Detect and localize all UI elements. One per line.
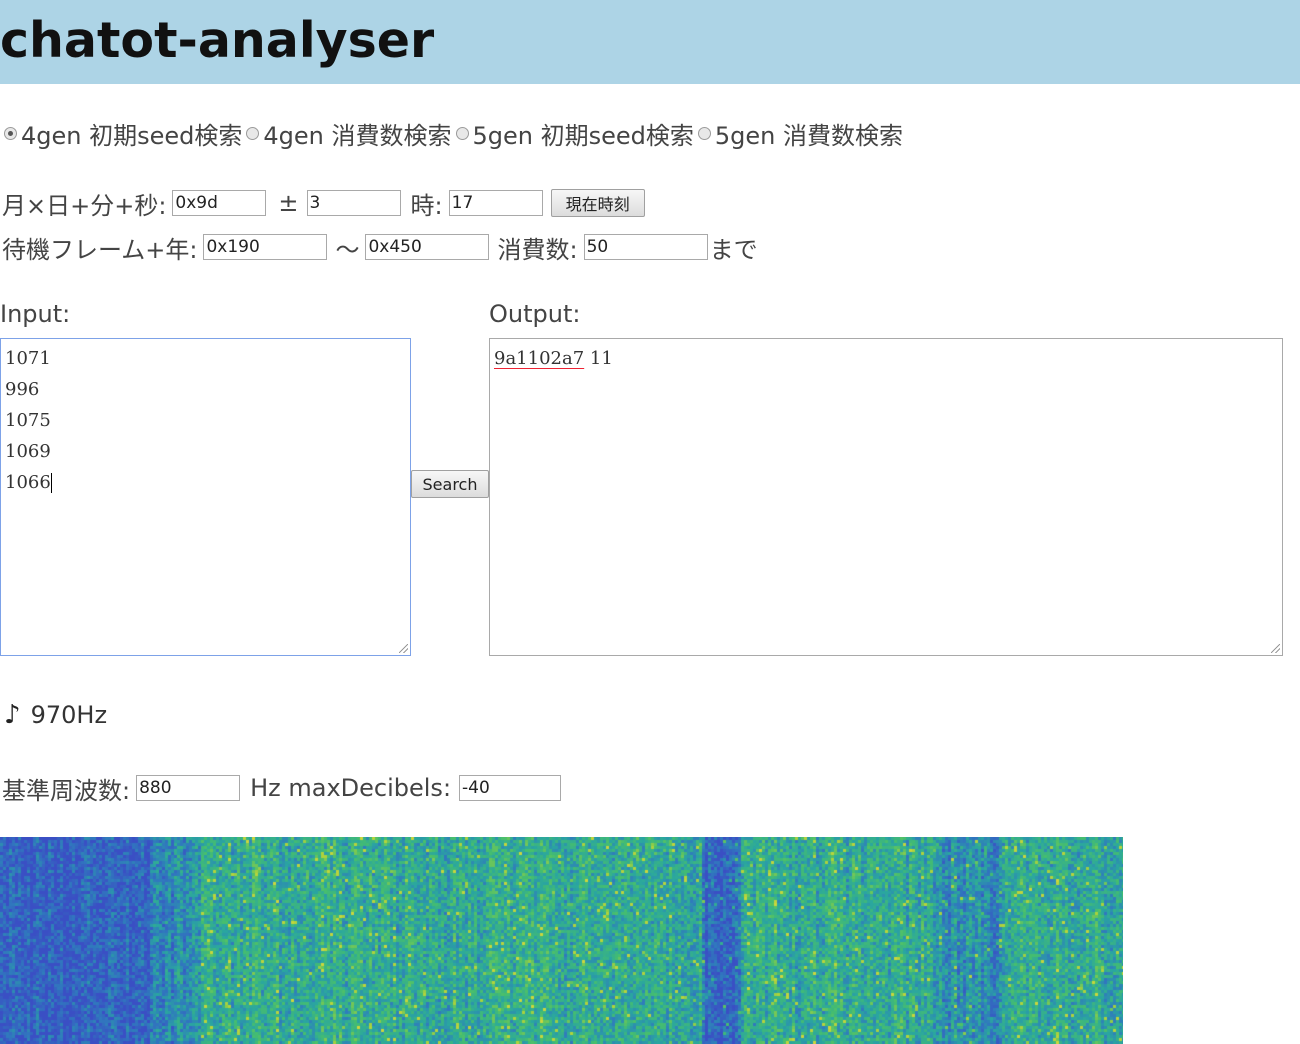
max-decibels-label: Hz maxDecibels: [250, 774, 452, 802]
spectrogram [0, 837, 1123, 1044]
date-row: 月×日+分+秒: 0x9d ± 3 時: 17 現在時刻 [2, 187, 645, 220]
date-input[interactable]: 0x9d [172, 190, 267, 216]
app-header: chatot-analyser [0, 0, 1300, 84]
input-line: 1069 [5, 441, 51, 462]
hour-label: 時: [410, 191, 443, 220]
mode-label: 4gen 消費数検索 [263, 121, 452, 150]
mode-4gen-seed[interactable]: 4gen 初期seed検索 [4, 116, 242, 151]
base-freq-input[interactable]: 880 [136, 775, 241, 801]
input-textarea[interactable]: 1071 996 1075 1069 1066 [0, 338, 411, 656]
music-note-icon: ♪ [4, 700, 21, 730]
resize-grip-icon[interactable] [399, 644, 408, 653]
settings-row: 基準周波数: 880 Hz maxDecibels: -40 [2, 772, 562, 805]
hour-input[interactable]: 17 [448, 190, 543, 216]
output-count: 11 [589, 348, 613, 369]
input-label: Input: [0, 300, 71, 328]
input-line: 1075 [5, 410, 51, 431]
mode-5gen-consume[interactable]: 5gen 消費数検索 [697, 116, 903, 151]
max-decibels-input[interactable]: -40 [459, 775, 562, 801]
base-freq-label: 基準周波数: [2, 776, 131, 805]
tilde-label: 〜 [335, 235, 360, 264]
output-textarea[interactable]: 9a1102a7 11 [489, 338, 1283, 656]
output-seed: 9a1102a7 [494, 348, 585, 369]
mode-label: 4gen 初期seed検索 [21, 121, 243, 150]
input-line: 1066 [5, 472, 51, 493]
radio-button[interactable] [697, 126, 711, 140]
resize-grip-icon[interactable] [1271, 644, 1280, 653]
mode-4gen-consume[interactable]: 4gen 消費数検索 [246, 116, 452, 151]
mode-5gen-seed[interactable]: 5gen 初期seed検索 [455, 116, 694, 151]
text-cursor [50, 473, 52, 493]
date-label: 月×日+分+秒: [2, 191, 167, 220]
frame-label: 待機フレーム+年: [2, 235, 198, 264]
consume-label: 消費数: [497, 235, 578, 264]
consume-input[interactable]: 50 [583, 234, 708, 260]
plusminus-label: ± [278, 189, 299, 217]
radio-button[interactable] [455, 126, 469, 140]
mode-label: 5gen 初期seed検索 [472, 121, 694, 150]
app-title: chatot-analyser [0, 12, 435, 69]
mode-radio-group: 4gen 初期seed検索 4gen 消費数検索 5gen 初期seed検索 5… [4, 116, 907, 151]
radio-button[interactable] [246, 126, 260, 140]
plusminus-input[interactable]: 3 [306, 190, 401, 216]
current-time-button[interactable]: 現在時刻 [550, 189, 645, 217]
search-button[interactable]: Search [411, 470, 489, 498]
frame-row: 待機フレーム+年: 0x190 〜 0x450 消費数: 50 まで [2, 231, 758, 264]
frame-to-input[interactable]: 0x450 [365, 234, 490, 260]
mode-label: 5gen 消費数検索 [714, 121, 903, 150]
frequency-readout: ♪ 970Hz [4, 700, 107, 730]
input-line: 1071 [5, 348, 51, 369]
frame-from-input[interactable]: 0x190 [203, 234, 328, 260]
input-line: 996 [5, 379, 40, 400]
radio-button-selected[interactable] [4, 126, 17, 140]
output-label: Output: [489, 300, 581, 328]
frequency-value: 970Hz [30, 701, 108, 729]
until-label: まで [709, 235, 758, 264]
